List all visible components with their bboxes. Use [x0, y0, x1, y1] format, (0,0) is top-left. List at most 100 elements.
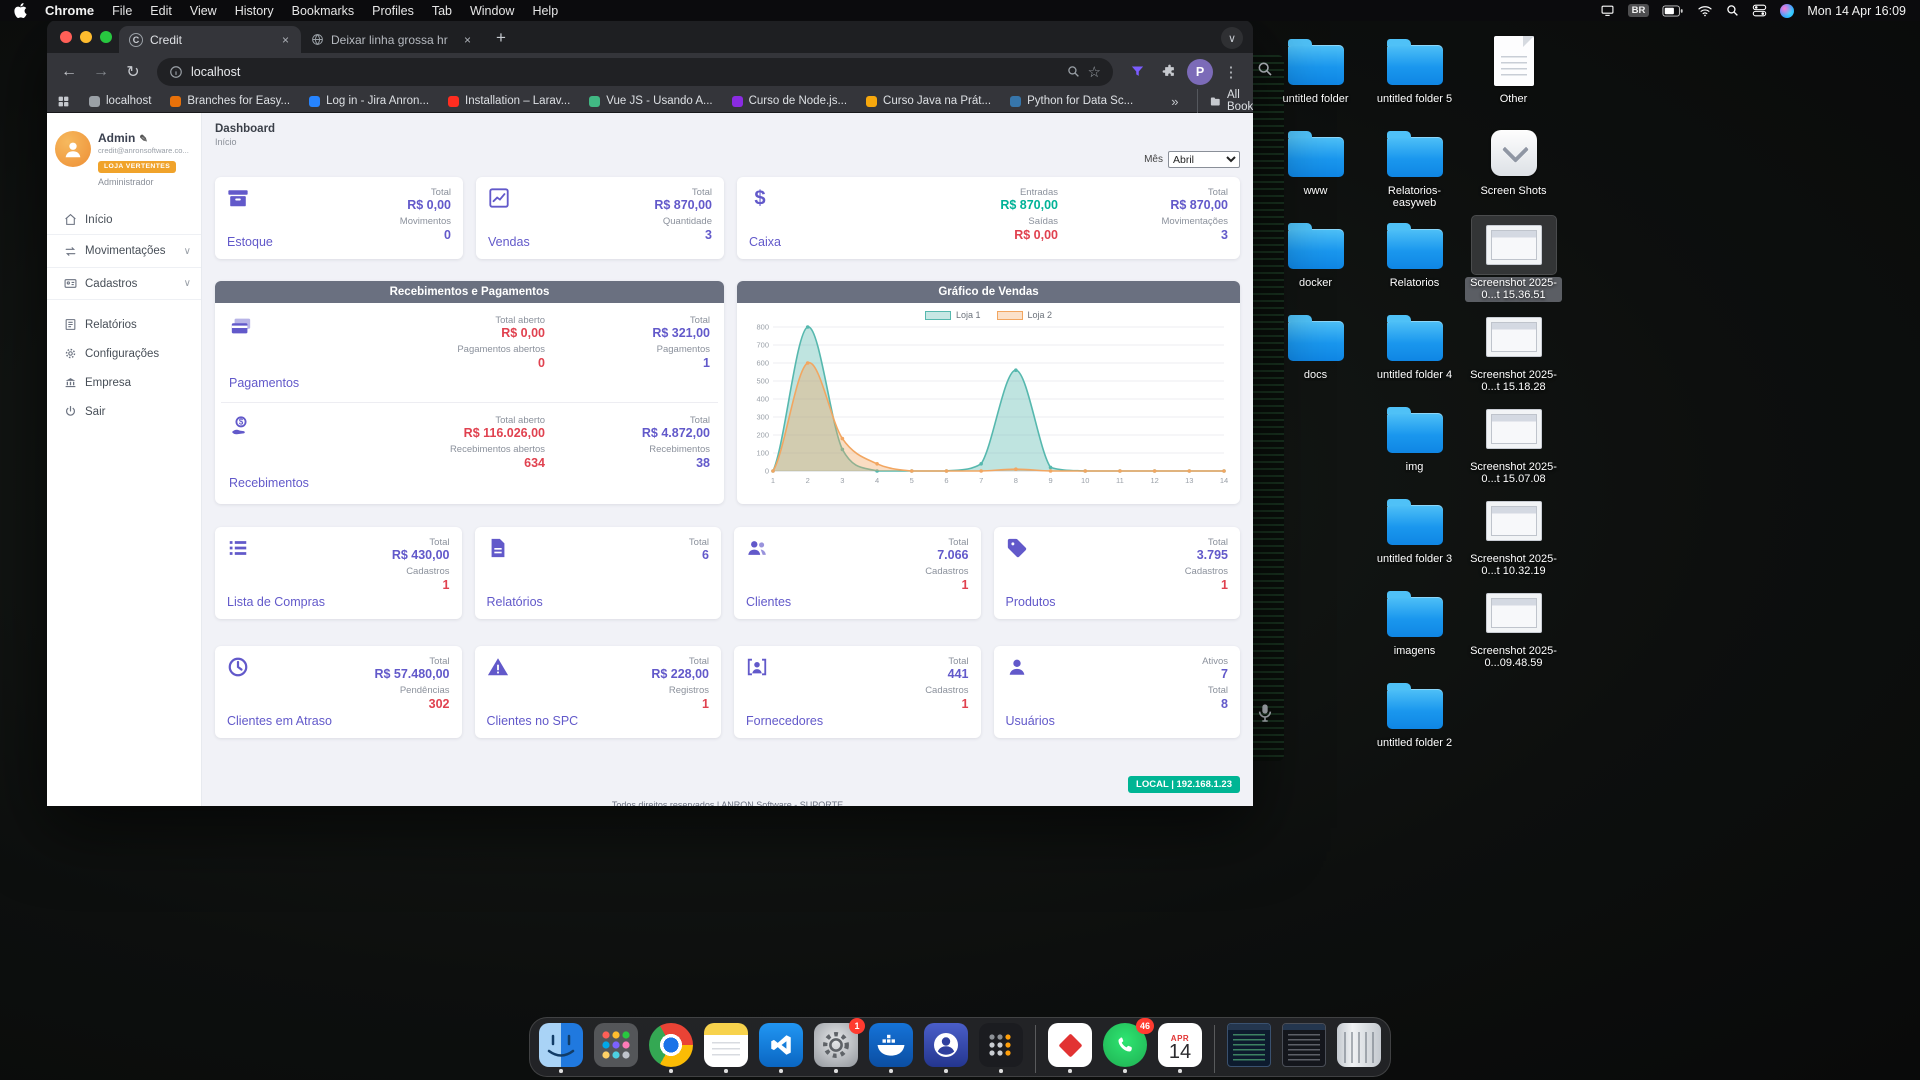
bookmark-branches[interactable]: Branches for Easy... [170, 95, 290, 107]
tab-deixar-linha[interactable]: Deixar linha grossa hr [301, 26, 483, 53]
card-title-link[interactable]: Relatórios [487, 595, 543, 609]
card-title-link[interactable]: Recebimentos [229, 476, 339, 490]
desktop-icon-imagens[interactable]: imagens [1365, 584, 1464, 676]
all-bookmarks-button[interactable]: All Bookmarks [1197, 89, 1253, 113]
maximize-window-button[interactable] [100, 31, 112, 43]
card-title-link[interactable]: Lista de Compras [227, 595, 325, 609]
back-button[interactable] [55, 58, 83, 86]
desktop-icon-screenshot-094859[interactable]: Screenshot 2025-0...09.48.59 [1464, 584, 1563, 676]
minimize-window-button[interactable] [80, 31, 92, 43]
close-window-button[interactable] [60, 31, 72, 43]
menu-help[interactable]: Help [532, 4, 558, 18]
desktop-icon-untitled-folder-4[interactable]: untitled folder 4 [1365, 308, 1464, 400]
dock-whatsapp[interactable]: 46 [1102, 1023, 1148, 1073]
desktop-icon-screenshot-153651[interactable]: Screenshot 2025-0...t 15.36.51 [1464, 216, 1563, 308]
dock-settings[interactable]: 1 [813, 1023, 859, 1073]
dock-finder[interactable] [538, 1023, 584, 1073]
menu-tab[interactable]: Tab [432, 4, 452, 18]
bookmark-laravel[interactable]: Installation – Larav... [448, 95, 570, 107]
menu-profiles[interactable]: Profiles [372, 4, 414, 18]
tab-credit[interactable]: C Credit [119, 26, 301, 53]
dock-launchpad[interactable] [593, 1023, 639, 1073]
menubar-clock[interactable]: Mon 14 Apr 16:09 [1807, 4, 1906, 18]
filter-extension-icon[interactable] [1123, 58, 1151, 86]
tab-search-button[interactable] [1221, 27, 1243, 49]
menu-history[interactable]: History [235, 4, 274, 18]
dock-docker[interactable] [868, 1023, 914, 1073]
dock-minimized-window-1[interactable] [1226, 1023, 1272, 1073]
site-info-icon[interactable] [169, 65, 183, 79]
sidebar-item-movimentacoes[interactable]: Movimentações [47, 234, 201, 267]
dock-chrome[interactable] [648, 1023, 694, 1073]
menu-window[interactable]: Window [470, 4, 514, 18]
address-bar[interactable]: localhost [157, 58, 1113, 86]
close-tab-icon[interactable] [278, 32, 293, 47]
browser-menu-icon[interactable] [1217, 58, 1245, 86]
extensions-puzzle-icon[interactable] [1155, 58, 1183, 86]
desktop-icon-untitled-folder-3[interactable]: untitled folder 3 [1365, 492, 1464, 584]
apps-grid-icon[interactable] [57, 95, 70, 108]
profile-avatar[interactable]: P [1187, 59, 1213, 85]
month-select[interactable]: Abril [1168, 151, 1240, 168]
card-title-link[interactable]: Pagamentos [229, 376, 339, 390]
dock-contacts-app[interactable] [923, 1023, 969, 1073]
input-source-badge[interactable]: BR [1628, 4, 1650, 17]
dock-calculator[interactable] [978, 1023, 1024, 1073]
user-avatar[interactable] [55, 131, 91, 167]
url-text[interactable]: localhost [191, 65, 1059, 79]
card-title-link[interactable]: Estoque [227, 235, 273, 249]
desktop-icon-relatorios[interactable]: Relatorios [1365, 216, 1464, 308]
card-title-link[interactable]: Clientes [746, 595, 791, 609]
desktop-icon-screenshot-151828[interactable]: Screenshot 2025-0...t 15.18.28 [1464, 308, 1563, 400]
desktop-icon-screenshot-103219[interactable]: Screenshot 2025-0...t 10.32.19 [1464, 492, 1563, 584]
card-title-link[interactable]: Clientes em Atraso [227, 714, 332, 728]
dock-trash[interactable] [1336, 1023, 1382, 1073]
desktop-icon-docs[interactable]: docs [1266, 308, 1365, 400]
sidebar-item-sair[interactable]: Sair [47, 397, 201, 426]
card-title-link[interactable]: Vendas [488, 235, 530, 249]
desktop-icon-www[interactable]: www [1266, 124, 1365, 216]
card-title-link[interactable]: Caixa [749, 235, 781, 249]
bookmark-vuejs[interactable]: Vue JS - Usando A... [589, 95, 712, 107]
desktop-icon-docker[interactable]: docker [1266, 216, 1365, 308]
dock-minimized-window-2[interactable] [1281, 1023, 1327, 1073]
sidebar-item-empresa[interactable]: Empresa [47, 368, 201, 397]
search-icon[interactable] [1067, 65, 1080, 78]
wifi-icon[interactable] [1697, 5, 1713, 17]
screen-mirroring-icon[interactable] [1600, 4, 1615, 17]
desktop-icon-other[interactable]: Other [1464, 32, 1563, 124]
menu-bookmarks[interactable]: Bookmarks [292, 4, 355, 18]
sidebar-item-cadastros[interactable]: Cadastros [47, 267, 201, 300]
forward-button[interactable] [87, 58, 115, 86]
sidebar-item-relatorios[interactable]: Relatórios [47, 310, 201, 339]
bookmark-nodejs[interactable]: Curso de Node.js... [732, 95, 847, 107]
battery-icon[interactable] [1662, 5, 1684, 17]
card-title-link[interactable]: Fornecedores [746, 714, 823, 728]
card-title-link[interactable]: Usuários [1006, 714, 1055, 728]
reload-button[interactable] [119, 58, 147, 86]
desktop-icon-untitled-folder-5[interactable]: untitled folder 5 [1365, 32, 1464, 124]
desktop-icon-screenshot-150708[interactable]: Screenshot 2025-0...t 15.07.08 [1464, 400, 1563, 492]
apple-logo-icon[interactable] [14, 3, 27, 18]
menu-file[interactable]: File [112, 4, 132, 18]
desktop-icon-untitled-folder[interactable]: untitled folder [1266, 32, 1365, 124]
bookmark-java[interactable]: Curso Java na Prát... [866, 95, 991, 107]
dock-notes[interactable] [703, 1023, 749, 1073]
bookmarks-overflow-icon[interactable] [1171, 94, 1178, 109]
card-title-link[interactable]: Produtos [1006, 595, 1056, 609]
desktop-icon-img[interactable]: img [1365, 400, 1464, 492]
dock-red-diamond-app[interactable] [1047, 1023, 1093, 1073]
control-center-icon[interactable] [1752, 4, 1767, 17]
bookmark-python[interactable]: Python for Data Sc... [1010, 95, 1133, 107]
spotlight-search-icon[interactable] [1726, 4, 1739, 17]
bookmark-star-icon[interactable] [1088, 63, 1101, 81]
sidebar-item-configuracoes[interactable]: Configurações [47, 339, 201, 368]
sidebar-item-inicio[interactable]: Início [47, 205, 201, 234]
bookmark-localhost[interactable]: localhost [89, 95, 151, 107]
desktop-icon-screen-shots[interactable]: Screen Shots [1464, 124, 1563, 216]
card-title-link[interactable]: Clientes no SPC [487, 714, 579, 728]
menu-edit[interactable]: Edit [150, 4, 172, 18]
desktop-icon-untitled-folder-2[interactable]: untitled folder 2 [1365, 676, 1464, 768]
dock-calendar[interactable]: APR 14 [1157, 1023, 1203, 1073]
bookmark-jira[interactable]: Log in - Jira Anron... [309, 95, 429, 107]
